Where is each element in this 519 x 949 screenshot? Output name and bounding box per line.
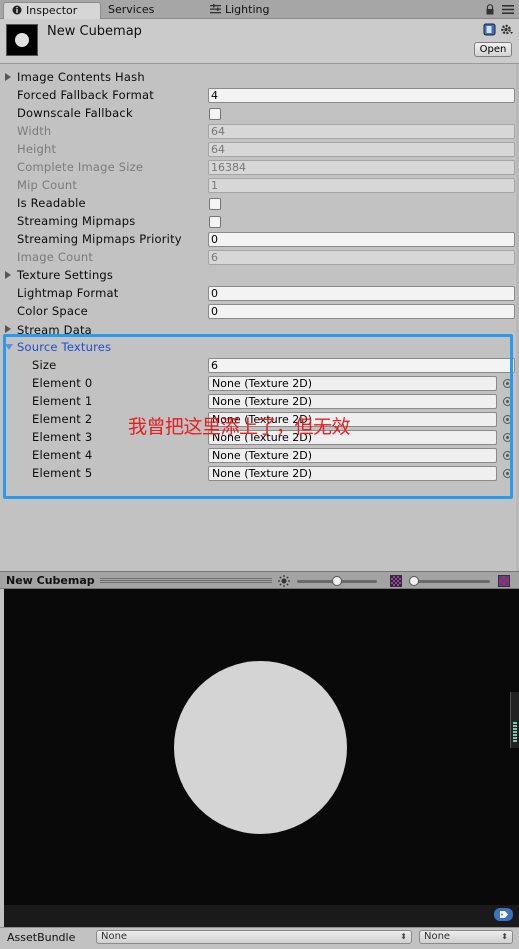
- asset-bundle-label: AssetBundle: [7, 931, 76, 944]
- forced-fallback-format-label: Forced Fallback Format: [17, 88, 154, 102]
- asset-name: New Cubemap: [47, 24, 142, 39]
- lightmap-format-field[interactable]: 0: [208, 286, 515, 301]
- mip-level-icon: [390, 575, 402, 587]
- tab-services-label: Services: [108, 3, 155, 16]
- annotation-text: 我曾把这里添上了，但无效: [128, 416, 351, 438]
- downscale-fallback-label: Downscale Fallback: [17, 106, 133, 120]
- tab-services[interactable]: Services: [100, 2, 200, 19]
- help-book-icon[interactable]: [483, 23, 496, 39]
- width-label: Width: [17, 124, 52, 138]
- asset-bundle-variant-value: None: [424, 931, 451, 942]
- settings-gear-icon[interactable]: [500, 23, 514, 39]
- streaming-mipmaps-label: Streaming Mipmaps: [17, 214, 136, 228]
- preview-drag-handle[interactable]: [100, 578, 272, 584]
- width-field: 64: [208, 124, 515, 139]
- streaming-mipmaps-checkbox[interactable]: [209, 216, 221, 228]
- preview-side-handle[interactable]: [510, 692, 519, 748]
- mip-slider[interactable]: [410, 580, 490, 583]
- menu-icon[interactable]: [502, 4, 514, 18]
- image-contents-hash-foldout[interactable]: Image Contents Hash: [17, 69, 145, 85]
- asset-bundle-variant-dropdown[interactable]: None ⬍: [419, 930, 513, 944]
- updown-arrow-icon: ⬍: [501, 932, 508, 941]
- mip-slider-knob[interactable]: [409, 576, 419, 586]
- texture-settings-foldout[interactable]: Texture Settings: [17, 267, 113, 283]
- mip-count-label: Mip Count: [17, 178, 78, 192]
- is-readable-checkbox[interactable]: [209, 198, 221, 210]
- complete-image-size-field: 16384: [208, 160, 515, 175]
- tab-inspector[interactable]: Inspector: [3, 2, 101, 19]
- tab-inspector-label: Inspector: [26, 4, 78, 17]
- height-field: 64: [208, 142, 515, 157]
- asset-bundle-name-dropdown[interactable]: None ⬍: [96, 930, 412, 944]
- sun-icon: [278, 575, 290, 590]
- open-button[interactable]: Open: [474, 42, 512, 57]
- info-icon: [12, 4, 22, 20]
- streaming-mipmaps-priority-field[interactable]: 0: [208, 232, 515, 247]
- preview-toolbar[interactable]: New Cubemap: [0, 571, 519, 589]
- preview-title: New Cubemap: [6, 574, 95, 587]
- foldout-arrow-icon[interactable]: [5, 325, 11, 333]
- updown-arrow-icon: ⬍: [400, 932, 407, 941]
- tab-lighting-label: Lighting: [225, 3, 270, 16]
- alpha-toggle-icon[interactable]: [498, 575, 510, 587]
- color-space-field[interactable]: 0: [208, 304, 515, 319]
- lightmap-format-label: Lightmap Format: [17, 286, 119, 300]
- image-count-label: Image Count: [17, 250, 94, 264]
- height-label: Height: [17, 142, 57, 156]
- is-readable-label: Is Readable: [17, 196, 86, 210]
- lighting-icon: [210, 3, 221, 19]
- asset-thumbnail: [6, 24, 38, 56]
- color-space-label: Color Space: [17, 304, 88, 318]
- preview-sphere: [174, 661, 347, 834]
- tag-icon[interactable]: [494, 908, 513, 921]
- stream-data-foldout[interactable]: Stream Data: [17, 322, 92, 334]
- preview-footer: [4, 905, 519, 927]
- image-count-field: 6: [208, 250, 515, 265]
- foldout-arrow-icon[interactable]: [5, 73, 11, 81]
- asset-bundle-name-value: None: [101, 931, 128, 942]
- tab-lighting[interactable]: Lighting: [202, 2, 312, 19]
- forced-fallback-format-field[interactable]: 4: [208, 88, 515, 103]
- streaming-mipmaps-priority-label: Streaming Mipmaps Priority: [17, 232, 182, 246]
- lock-icon[interactable]: [485, 4, 495, 18]
- downscale-fallback-checkbox[interactable]: [209, 108, 221, 120]
- foldout-arrow-icon[interactable]: [5, 271, 11, 279]
- exposure-slider-knob[interactable]: [332, 576, 342, 586]
- complete-image-size-label: Complete Image Size: [17, 160, 144, 174]
- mip-count-field: 1: [208, 178, 515, 193]
